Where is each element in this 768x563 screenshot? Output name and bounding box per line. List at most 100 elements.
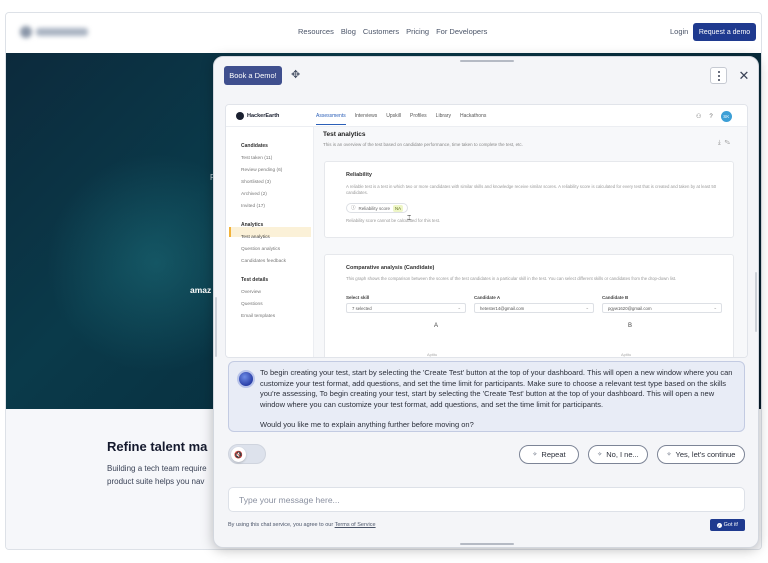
avatar: SK (720, 111, 732, 122)
radar-axis-label-b: Aptitu (621, 352, 632, 357)
candidate-b-marker: B (628, 323, 633, 329)
sparkle-icon: ✧ (597, 452, 603, 458)
terms-prefix: By using this chat service, you agree to… (228, 522, 334, 528)
candidate-a-dropdown: hetester14@gmail.com ⌄ (474, 303, 594, 313)
sidebar-heading-candidates: Candidates (241, 143, 268, 149)
product-screenshot: HackerEarth Assessments Interviews Upski… (225, 104, 748, 358)
request-demo-button[interactable]: Request a demo (693, 23, 756, 41)
no-label: No, I ne... (606, 450, 639, 459)
candidate-b-label: Candidate B (602, 295, 629, 300)
sparkle-icon: ✧ (532, 452, 538, 458)
refine-heading: Refine talent ma (107, 439, 208, 454)
screenshot-top-icons: ⚇ ? SK (696, 111, 732, 122)
repeat-button[interactable]: ✧ Repeat (519, 445, 579, 464)
reliability-score-pill: ⓘ Reliability score NA (346, 203, 408, 213)
comparative-text: This graph shows the comparison between … (346, 276, 677, 281)
drag-handle-bottom[interactable] (460, 543, 514, 545)
nav-resources[interactable]: Resources (298, 27, 334, 36)
more-options-button[interactable] (710, 67, 727, 84)
test-analytics-subtitle: This is an overview of the test based on… (323, 142, 523, 147)
repeat-label: Repeat (541, 450, 566, 459)
kebab-dot-icon (717, 70, 720, 73)
tab-profiles: Profiles (409, 113, 427, 119)
screenshot-topbar: HackerEarth Assessments Interviews Upski… (226, 105, 747, 127)
assistant-message: To begin creating your test, start by se… (228, 361, 745, 432)
terms-of-service-link[interactable]: Terms of Service (335, 522, 376, 528)
sidebar-item-review-pending: Review pending (6) (241, 168, 283, 173)
sidebar-item-shortlisted: Shortlisted (3) (241, 180, 271, 185)
reliability-score-label: Reliability score (358, 205, 391, 211)
kebab-dot-icon (717, 74, 720, 77)
mute-toggle[interactable]: 🔇 (228, 444, 266, 464)
tab-interviews: Interviews (354, 113, 378, 119)
sidebar-item-test-taken: Test taken (11) (241, 156, 273, 161)
sidebar-item-email-templates: Email templates (241, 314, 276, 319)
sidebar-item-question-analytics: Question analytics (241, 247, 281, 252)
download-edit-icons: ⤓✎ (718, 140, 735, 146)
candidate-a-label: Candidate A (474, 295, 501, 300)
message-input[interactable]: Type your message here... (228, 487, 745, 512)
mouse-cursor-icon: ⌶ (407, 215, 412, 222)
yes-label: Yes, let's continue (675, 450, 736, 459)
nav-pricing[interactable]: Pricing (406, 27, 429, 36)
login-link[interactable]: Login (670, 27, 688, 36)
people-icon: ⚇ (696, 114, 702, 120)
speaker-muted-icon: 🔇 (231, 447, 246, 462)
site-header: Resources Blog Customers Pricing For Dev… (6, 13, 761, 53)
reliability-note: Reliability score cannot be calculated f… (346, 218, 441, 223)
help-icon: ? (709, 113, 713, 120)
amazon-logo-fragment: amaz (190, 285, 212, 295)
assistant-modal: Book a Demo! ✥ ✕ HackerEarth Assessments… (213, 56, 759, 548)
sidebar-item-test-analytics: Test analytics (241, 235, 270, 240)
reliability-card: Reliability A reliable test is a test in… (324, 161, 734, 238)
radar-axis-label-a: Aptitu (427, 352, 438, 357)
drag-handle-top[interactable] (460, 60, 514, 62)
book-demo-button[interactable]: Book a Demo! (224, 66, 282, 85)
candidate-a-value: hetester14@gmail.com (480, 306, 525, 311)
scrollbar-left[interactable] (215, 297, 217, 357)
logo-mark (20, 26, 32, 38)
sidebar-heading-analytics: Analytics (241, 222, 264, 228)
got-it-label: Got it! (723, 522, 739, 528)
nav-for-developers[interactable]: For Developers (436, 27, 487, 36)
sidebar-item-archived: Archived (2) (241, 192, 267, 197)
scrollbar-right[interactable] (755, 272, 757, 332)
no-button[interactable]: ✧ No, I ne... (588, 445, 648, 464)
modal-header: Book a Demo! ✥ ✕ (214, 63, 758, 91)
check-icon: ✓ (716, 522, 722, 528)
reliability-score-value: NA (393, 204, 403, 212)
hackerearth-logo: HackerEarth (236, 112, 279, 120)
hackerearth-wordmark: HackerEarth (247, 113, 280, 119)
got-it-button[interactable]: ✓ Got it! (710, 519, 745, 531)
yes-continue-button[interactable]: ✧ Yes, let's continue (657, 445, 745, 464)
close-icon[interactable]: ✕ (737, 67, 751, 84)
chevron-down-icon: ⌄ (585, 305, 589, 310)
site-logo[interactable] (20, 25, 90, 39)
terms-notice: By using this chat service, you agree to… (228, 522, 376, 528)
nav-customers[interactable]: Customers (363, 27, 399, 36)
tab-library: Library (435, 113, 451, 119)
reliability-heading: Reliability (346, 172, 372, 178)
select-skill-label: Select skill (346, 295, 370, 300)
tab-upskill: Upskill (386, 113, 401, 119)
move-icon[interactable]: ✥ (291, 70, 300, 81)
sidebar-item-overview: Overview (241, 290, 261, 295)
sidebar-item-questions: Questions (241, 302, 263, 307)
comparative-heading: Comparative analysis (Candidate) (346, 265, 435, 271)
test-analytics-title: Test analytics (323, 131, 366, 138)
chevron-down-icon: ⌄ (713, 305, 717, 310)
reliability-text: A reliable test is a test in which two o… (346, 184, 717, 195)
select-skill-dropdown: 7 selected ⌄ (346, 303, 466, 313)
sidebar-item-candidates-feedback: Candidates feedback (241, 259, 287, 264)
info-icon: ⓘ (351, 205, 356, 210)
hackerearth-mark-icon (236, 112, 244, 120)
select-skill-value: 7 selected (352, 306, 372, 311)
site-nav-links: Resources Blog Customers Pricing For Dev… (298, 27, 487, 36)
tab-assessments: Assessments (316, 113, 346, 125)
assistant-message-text: To begin creating your test, start by se… (260, 368, 733, 409)
candidate-b-dropdown: pgyw1620@gmail.com ⌄ (602, 303, 722, 313)
screenshot-main: Test analytics This is an overview of th… (314, 127, 747, 357)
nav-blog[interactable]: Blog (341, 27, 356, 36)
refine-body-text: Building a tech team require product sui… (107, 464, 207, 486)
assistant-avatar-icon (237, 370, 255, 388)
